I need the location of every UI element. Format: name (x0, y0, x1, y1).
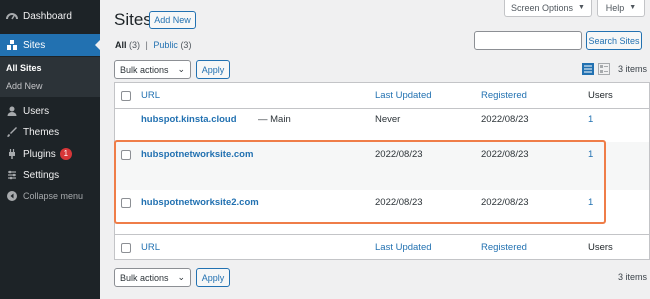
dashboard-icon (5, 9, 19, 23)
sidebar-item-plugins[interactable]: Plugins 1 (0, 143, 100, 165)
users-count-link[interactable]: 1 (588, 114, 593, 125)
filter-public-count: (3) (180, 40, 192, 50)
bulk-actions-label: Bulk actions (120, 272, 169, 283)
select-all-checkbox-footer[interactable] (121, 243, 131, 253)
excerpt-view-icon[interactable] (598, 63, 610, 75)
apply-button-bottom[interactable]: Apply (196, 268, 230, 287)
submenu-add-new[interactable]: Add New (6, 81, 43, 91)
filter-all[interactable]: All (3) (115, 40, 140, 50)
help-label: Help (605, 2, 625, 13)
collapse-icon (5, 189, 19, 203)
sidebar-item-label: Plugins (23, 148, 56, 160)
last-updated-value: Never (375, 114, 401, 125)
column-header-users: Users (588, 90, 613, 101)
column-footer-url[interactable]: URL (141, 242, 160, 253)
help-button[interactable]: Help ▼ (597, 0, 645, 17)
filter-all-label: All (115, 40, 127, 50)
registered-value: 2022/08/23 (481, 114, 529, 125)
column-header-registered[interactable]: Registered (481, 90, 527, 101)
sidebar-item-label: Settings (23, 169, 60, 181)
users-icon (5, 104, 19, 118)
bulk-actions-select-bottom[interactable]: Bulk actions ⌄ (114, 268, 191, 287)
caret-down-icon: ▼ (578, 4, 585, 11)
chevron-down-icon: ⌄ (177, 272, 185, 282)
screen-options-button[interactable]: Screen Options ▼ (504, 0, 592, 17)
filter-separator: | (145, 40, 148, 50)
table-footer-row: URL Last Updated Registered Users (115, 234, 649, 260)
caret-down-icon: ▼ (629, 4, 637, 11)
page-title: Sites (114, 10, 152, 29)
sidebar-item-sites[interactable]: Sites (0, 34, 100, 56)
site-main-label: — Main (258, 114, 291, 125)
apply-button-top[interactable]: Apply (196, 60, 230, 79)
sidebar-item-label: Sites (23, 39, 46, 51)
table-row: hubspot.kinsta.cloud — Main Never 2022/0… (115, 109, 649, 142)
current-menu-arrow (95, 40, 100, 50)
select-all-checkbox[interactable] (121, 91, 131, 101)
screen-options-label: Screen Options (511, 2, 574, 13)
sites-icon (5, 38, 19, 52)
chevron-down-icon: ⌄ (177, 64, 185, 74)
column-header-url[interactable]: URL (141, 90, 160, 101)
sidebar-item-label: Collapse menu (23, 191, 84, 201)
update-count-badge: 1 (59, 148, 72, 160)
column-footer-users: Users (588, 242, 613, 253)
sidebar-item-label: Users (23, 105, 50, 117)
submenu-all-sites[interactable]: All Sites (6, 63, 42, 73)
themes-icon (5, 125, 19, 139)
admin-sidebar: Dashboard Sites All Sites Add New Users … (0, 0, 100, 299)
filter-public-label: Public (153, 40, 178, 50)
view-filters: All (3) | Public (3) (115, 40, 191, 50)
items-count-top: 3 items (618, 64, 648, 74)
items-count-bottom: 3 items (618, 272, 648, 282)
sidebar-item-label: Themes (23, 126, 60, 138)
column-footer-registered[interactable]: Registered (481, 242, 527, 253)
search-input[interactable] (474, 31, 582, 50)
table-header-row: URL Last Updated Registered Users (115, 83, 649, 109)
highlight-box (114, 140, 606, 224)
sidebar-item-users[interactable]: Users (0, 100, 100, 122)
collapse-menu-button[interactable]: Collapse menu (0, 185, 100, 207)
bulk-actions-select-top[interactable]: Bulk actions ⌄ (114, 60, 191, 79)
column-footer-last-updated[interactable]: Last Updated (375, 242, 432, 253)
site-url-link[interactable]: hubspot.kinsta.cloud (141, 114, 237, 125)
plugins-icon (5, 147, 19, 161)
sidebar-item-themes[interactable]: Themes (0, 121, 100, 143)
sidebar-item-settings[interactable]: Settings (0, 164, 100, 186)
bulk-actions-label: Bulk actions (120, 64, 169, 75)
settings-icon (5, 168, 19, 182)
sidebar-item-dashboard[interactable]: Dashboard (0, 5, 100, 27)
sidebar-item-label: Dashboard (23, 10, 72, 22)
search-sites-button[interactable]: Search Sites (586, 31, 642, 50)
filter-all-count: (3) (129, 40, 141, 50)
sites-submenu: All Sites Add New (0, 57, 100, 97)
filter-public[interactable]: Public (3) (153, 40, 191, 50)
add-new-button[interactable]: Add New (149, 11, 196, 29)
list-view-icon[interactable] (582, 63, 594, 75)
column-header-last-updated[interactable]: Last Updated (375, 90, 432, 101)
